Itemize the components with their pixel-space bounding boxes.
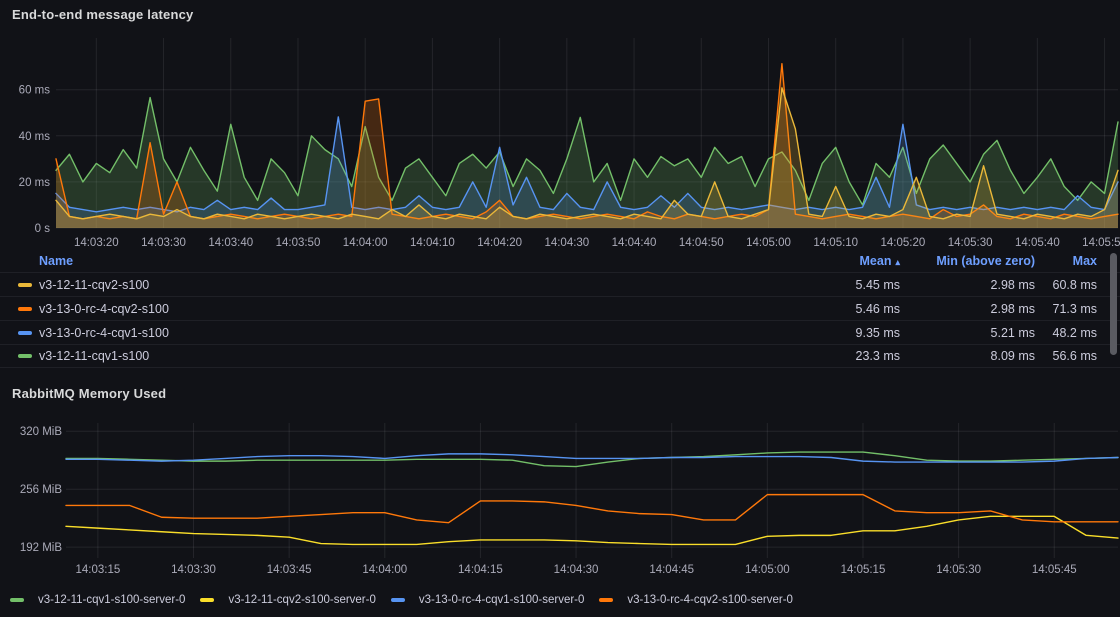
x-tick-label: 14:03:20	[74, 237, 119, 249]
y-tick-label: 40 ms	[19, 131, 51, 143]
legend-table-header: Name Mean▴ Min (above zero) Max	[0, 250, 1120, 272]
memory-chart[interactable]: 192 MiB 256 MiB 320 MiB 14:03:15 14:03:30 14:…	[0, 400, 1120, 585]
series-name: v3-13-0-rc-4-cqv1-s100	[39, 326, 169, 340]
x-tick-label: 14:03:30	[141, 237, 186, 249]
latency-legend-table: Name Mean▴ Min (above zero) Max v3-12-11…	[0, 250, 1120, 368]
x-tick-label: 14:05:10	[813, 237, 858, 249]
x-tick-label: 14:03:15	[75, 564, 120, 576]
table-row[interactable]: v3-13-0-rc-4-cqv2-s100 5.46 ms 2.98 ms 7…	[0, 296, 1120, 320]
swatch-spacer	[18, 259, 32, 263]
x-tick-label: 14:04:30	[554, 564, 599, 576]
legend-label: v3-12-11-cqv1-s100-server-0	[38, 594, 185, 606]
column-header-max[interactable]: Max	[1035, 254, 1097, 268]
header-max-label: Max	[1073, 254, 1097, 268]
x-tick-label: 14:04:30	[544, 237, 589, 249]
mean-value: 23.3 ms	[780, 349, 900, 363]
y-tick-label: 256 MiB	[20, 484, 63, 496]
y-tick-label: 60 ms	[19, 85, 51, 97]
x-tick-label: 14:05:30	[936, 564, 981, 576]
legend-table-scrollbar[interactable]	[1110, 253, 1117, 355]
header-name-label: Name	[39, 254, 73, 268]
series-color-swatch	[599, 598, 613, 602]
column-header-mean[interactable]: Mean▴	[780, 254, 900, 268]
panel-title-latency: End-to-end message latency	[12, 7, 193, 22]
series-color-swatch	[18, 331, 32, 335]
x-tick-label: 14:04:00	[362, 564, 407, 576]
x-tick-label: 14:05:50	[1082, 237, 1120, 249]
series-name: v3-13-0-rc-4-cqv2-s100	[39, 302, 169, 316]
x-tick-label: 14:03:30	[171, 564, 216, 576]
legend-item[interactable]: v3-13-0-rc-4-cqv1-s100-server-0	[391, 594, 585, 606]
min-value: 2.98 ms	[900, 278, 1035, 292]
header-min-label: Min (above zero)	[936, 254, 1035, 268]
header-mean-label: Mean	[860, 254, 892, 268]
x-tick-label: 14:05:45	[1032, 564, 1077, 576]
max-value: 48.2 ms	[1035, 326, 1097, 340]
legend-label: v3-13-0-rc-4-cqv1-s100-server-0	[419, 594, 585, 606]
legend-item[interactable]: v3-12-11-cqv2-s100-server-0	[200, 594, 375, 606]
series-color-swatch	[200, 598, 214, 602]
x-tick-label: 14:03:40	[208, 237, 253, 249]
max-value: 56.6 ms	[1035, 349, 1097, 363]
x-tick-label: 14:05:00	[746, 237, 791, 249]
series-color-swatch	[18, 307, 32, 311]
x-tick-label: 14:04:45	[649, 564, 694, 576]
y-tick-label: 0 s	[35, 223, 51, 235]
legend-label: v3-13-0-rc-4-cqv2-s100-server-0	[627, 594, 793, 606]
x-tick-label: 14:03:50	[276, 237, 321, 249]
x-tick-label: 14:03:45	[267, 564, 312, 576]
x-tick-label: 14:05:20	[881, 237, 926, 249]
x-tick-label: 14:05:40	[1015, 237, 1060, 249]
x-tick-label: 14:05:30	[948, 237, 993, 249]
mean-value: 5.45 ms	[780, 278, 900, 292]
legend-item[interactable]: v3-13-0-rc-4-cqv2-s100-server-0	[599, 594, 793, 606]
x-tick-label: 14:04:15	[458, 564, 503, 576]
series-line-v3-12-11-cqv2-s100-server-0	[66, 516, 1118, 544]
series-name: v3-12-11-cqv1-s100	[39, 349, 149, 363]
min-value: 5.21 ms	[900, 326, 1035, 340]
latency-chart[interactable]: 0 s 20 ms 40 ms 60 ms 14:03:20 14:03:30 14:03:…	[0, 30, 1120, 252]
x-tick-label: 14:05:15	[841, 564, 886, 576]
legend-label: v3-12-11-cqv2-s100-server-0	[228, 594, 375, 606]
series-color-swatch	[10, 598, 24, 602]
x-tick-label: 14:04:10	[410, 237, 455, 249]
y-tick-label: 20 ms	[19, 177, 51, 189]
x-tick-label: 14:04:50	[679, 237, 724, 249]
max-value: 71.3 ms	[1035, 302, 1097, 316]
table-row[interactable]: v3-12-11-cqv1-s100 23.3 ms 8.09 ms 56.6 …	[0, 344, 1120, 368]
x-tick-label: 14:04:20	[477, 237, 522, 249]
memory-legend: v3-12-11-cqv1-s100-server-0 v3-12-11-cqv…	[10, 594, 793, 606]
mean-value: 9.35 ms	[780, 326, 900, 340]
max-value: 60.8 ms	[1035, 278, 1097, 292]
column-header-min[interactable]: Min (above zero)	[900, 254, 1035, 268]
series-line-v3-12-11-cqv1-s100-server-0	[66, 452, 1118, 466]
y-tick-label: 192 MiB	[20, 542, 63, 554]
legend-item[interactable]: v3-12-11-cqv1-s100-server-0	[10, 594, 185, 606]
x-tick-label: 14:05:00	[745, 564, 790, 576]
panel-title-memory: RabbitMQ Memory Used	[12, 386, 166, 401]
column-header-name[interactable]: Name	[0, 254, 780, 268]
table-row[interactable]: v3-12-11-cqv2-s100 5.45 ms 2.98 ms 60.8 …	[0, 272, 1120, 296]
series-color-swatch	[18, 283, 32, 287]
table-row[interactable]: v3-13-0-rc-4-cqv1-s100 9.35 ms 5.21 ms 4…	[0, 320, 1120, 344]
series-name: v3-12-11-cqv2-s100	[39, 278, 149, 292]
mean-value: 5.46 ms	[780, 302, 900, 316]
x-tick-label: 14:04:40	[612, 237, 657, 249]
series-color-swatch	[391, 598, 405, 602]
series-line-v3-13-0-rc-4-cqv2-s100-server-0	[66, 495, 1118, 523]
series-color-swatch	[18, 354, 32, 358]
x-tick-label: 14:04:00	[343, 237, 388, 249]
y-tick-label: 320 MiB	[20, 426, 63, 438]
min-value: 8.09 ms	[900, 349, 1035, 363]
min-value: 2.98 ms	[900, 302, 1035, 316]
